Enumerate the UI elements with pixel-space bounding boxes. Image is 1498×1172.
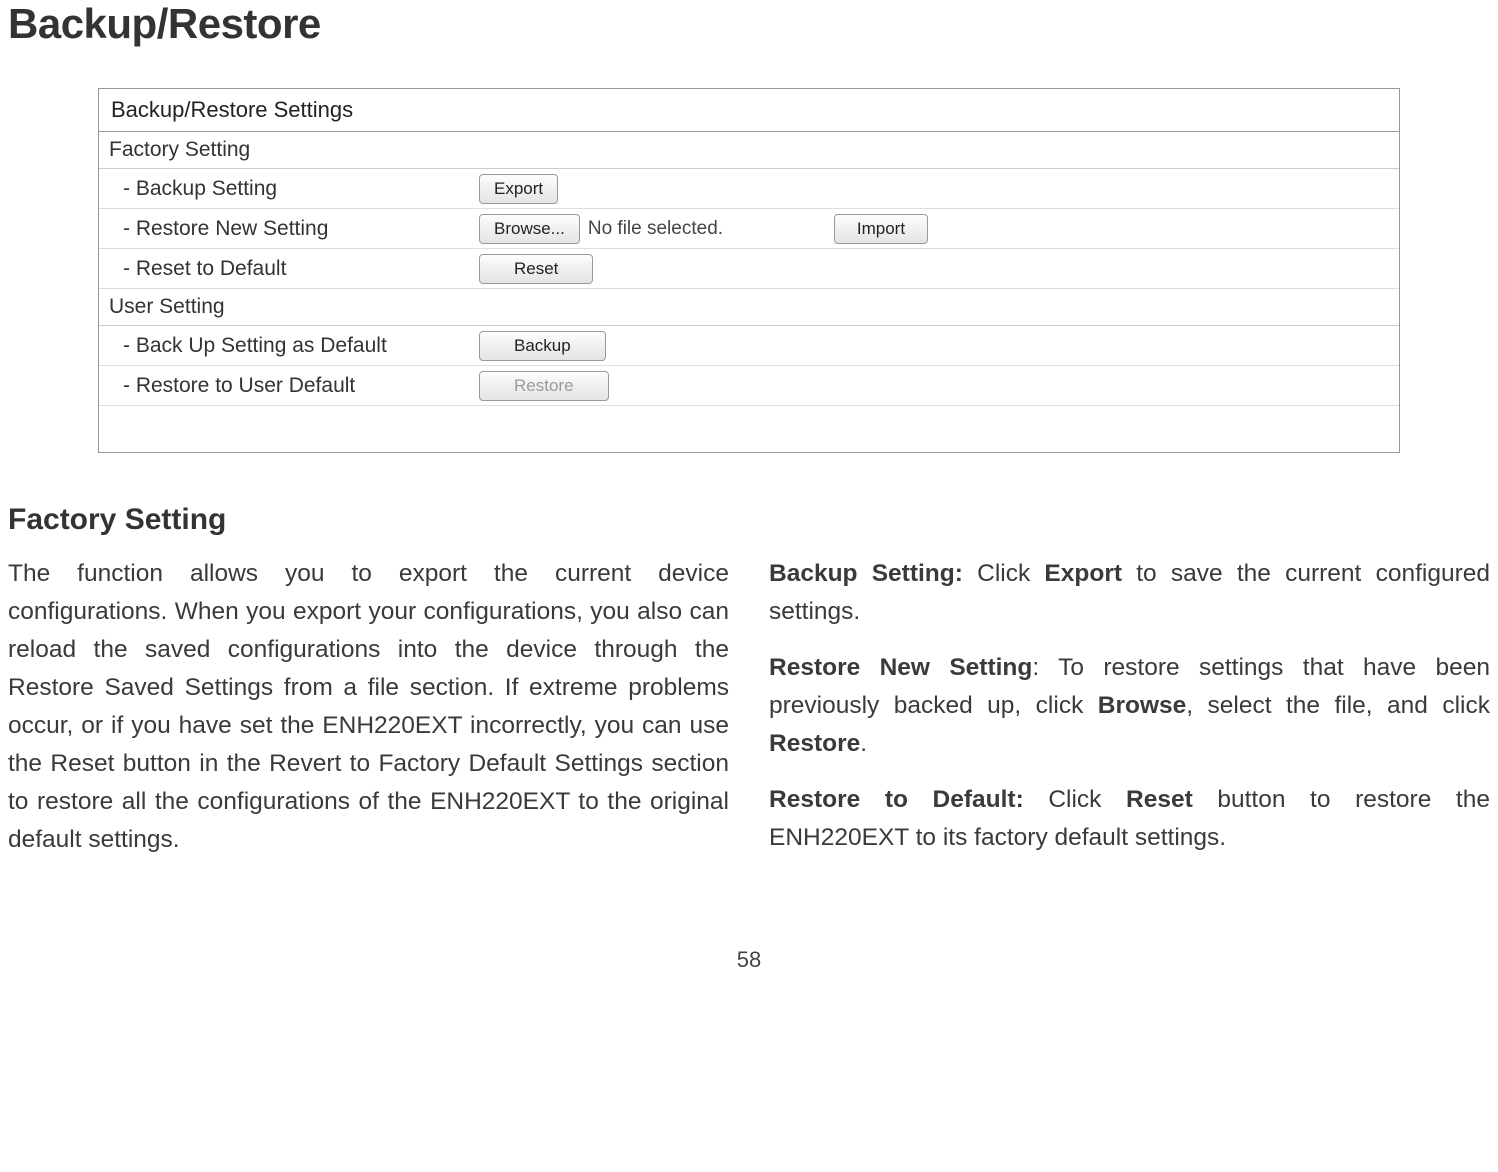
row-restore-user-default: - Restore to User Default Restore	[99, 366, 1399, 406]
restore-default-paragraph: Restore to Default: Click Reset button t…	[769, 781, 1490, 857]
text: , select the file, and click	[1186, 692, 1490, 719]
restore-new-bold: Restore New Setting	[769, 654, 1032, 681]
restore-user-default-label: - Restore to User Default	[109, 374, 479, 398]
backup-setting-bold: Backup Setting:	[769, 560, 963, 587]
backup-button[interactable]: Backup	[479, 331, 606, 361]
backup-setting-label: - Backup Setting	[109, 177, 479, 201]
row-reset-default: - Reset to Default Reset	[99, 249, 1399, 289]
panel-header: Backup/Restore Settings	[99, 89, 1399, 132]
backup-setting-paragraph: Backup Setting: Click Export to save the…	[769, 555, 1490, 631]
restore-bold: Restore	[769, 730, 860, 757]
section-subheading: Factory Setting	[8, 503, 1490, 537]
restore-default-bold: Restore to Default:	[769, 786, 1024, 813]
browse-button[interactable]: Browse...	[479, 214, 580, 244]
browse-bold: Browse	[1098, 692, 1187, 719]
factory-section-header: Factory Setting	[99, 132, 1399, 169]
backup-default-label: - Back Up Setting as Default	[109, 334, 479, 358]
row-backup-default: - Back Up Setting as Default Backup	[99, 326, 1399, 366]
settings-panel: Backup/Restore Settings Factory Setting …	[98, 88, 1400, 453]
reset-button[interactable]: Reset	[479, 254, 593, 284]
file-selected-text: No file selected.	[588, 218, 828, 240]
restore-new-paragraph: Restore New Setting: To restore settings…	[769, 649, 1490, 763]
panel-footer-spacer	[99, 406, 1399, 452]
page-number: 58	[8, 947, 1490, 973]
reset-default-label: - Reset to Default	[109, 257, 479, 281]
restore-button[interactable]: Restore	[479, 371, 609, 401]
export-bold: Export	[1044, 560, 1122, 587]
row-restore-new-setting: - Restore New Setting Browse... No file …	[99, 209, 1399, 249]
text: Click	[1024, 786, 1126, 813]
text: .	[860, 730, 867, 757]
restore-new-setting-label: - Restore New Setting	[109, 217, 479, 241]
text: Click	[963, 560, 1045, 587]
intro-paragraph: The function allows you to export the cu…	[8, 555, 729, 859]
reset-bold: Reset	[1126, 786, 1193, 813]
user-section-header: User Setting	[99, 289, 1399, 326]
left-column: The function allows you to export the cu…	[8, 555, 729, 877]
right-column: Backup Setting: Click Export to save the…	[769, 555, 1490, 877]
import-button[interactable]: Import	[834, 214, 928, 244]
export-button[interactable]: Export	[479, 174, 558, 204]
page-title: Backup/Restore	[8, 0, 1490, 48]
row-backup-setting: - Backup Setting Export	[99, 169, 1399, 209]
